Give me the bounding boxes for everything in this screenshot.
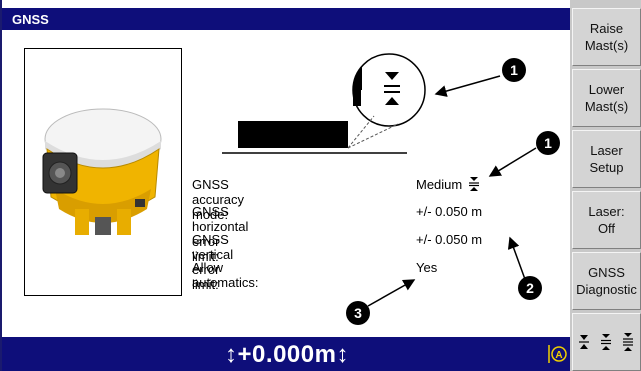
callout-2: 2 [518,276,542,300]
vertical-error-value: +/- 0.050 m [416,232,483,247]
gnss-diagnostic-button[interactable]: GNSS Diagnostic [572,252,641,310]
svg-text:A: A [555,350,562,361]
elevation-readout: ↕+0.000m↕ [225,341,349,368]
allow-automatics-value: Yes [416,260,438,275]
accuracy-diagram [222,53,426,154]
main-panel: GNSS GNSS accuracy mode: Medium GNSS hor… [0,0,572,371]
accuracy-mode-value: Medium [416,177,480,192]
callout-3-label: 3 [354,305,362,321]
gnss-receiver-icon [42,108,162,235]
accuracy-icons [578,333,633,351]
laser-setup-button[interactable]: Laser Setup [572,130,641,188]
allow-automatics-label: Allow automatics: [192,260,259,290]
softkey-panel: Raise Mast(s) Lower Mast(s) Laser Setup Las… [570,0,641,371]
raise-mast-button[interactable]: Raise Mast(s) [572,8,641,66]
medium-accuracy-icon [468,177,479,191]
medium-accuracy-icon [600,334,611,350]
callout-2-label: 2 [526,280,534,296]
high-accuracy-icon [578,335,589,349]
title-bar: GNSS [2,8,572,30]
accuracy-mode-button[interactable] [572,313,641,371]
lower-mast-button[interactable]: Lower Mast(s) [572,69,641,127]
callout-3: 3 [346,301,370,325]
page-title: GNSS [12,12,49,27]
low-accuracy-icon [622,333,633,351]
automatics-icon: A [548,345,567,363]
status-bar: ↕+0.000m↕ A [2,337,572,371]
horizontal-error-value: +/- 0.050 m [416,204,483,219]
laser-toggle-button[interactable]: Laser: Off [572,191,641,249]
receiver-image [24,48,182,296]
